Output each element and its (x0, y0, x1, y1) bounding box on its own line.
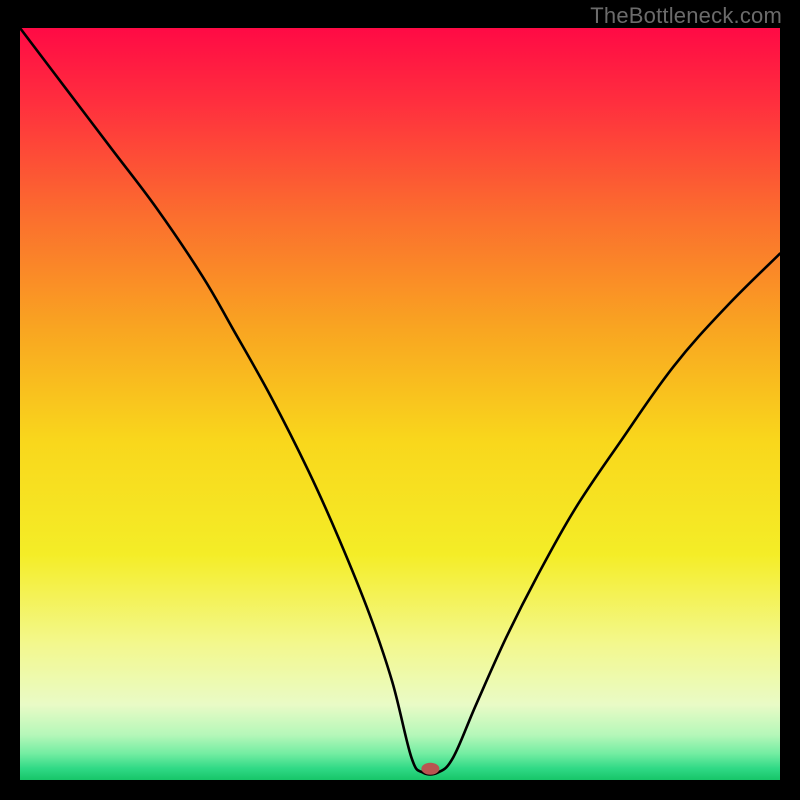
watermark-label: TheBottleneck.com (590, 3, 782, 29)
chart-frame: TheBottleneck.com (0, 0, 800, 800)
gradient-bg (20, 28, 780, 780)
chart-svg (20, 28, 780, 780)
plot-area (20, 28, 780, 780)
optimum-marker (421, 763, 439, 775)
